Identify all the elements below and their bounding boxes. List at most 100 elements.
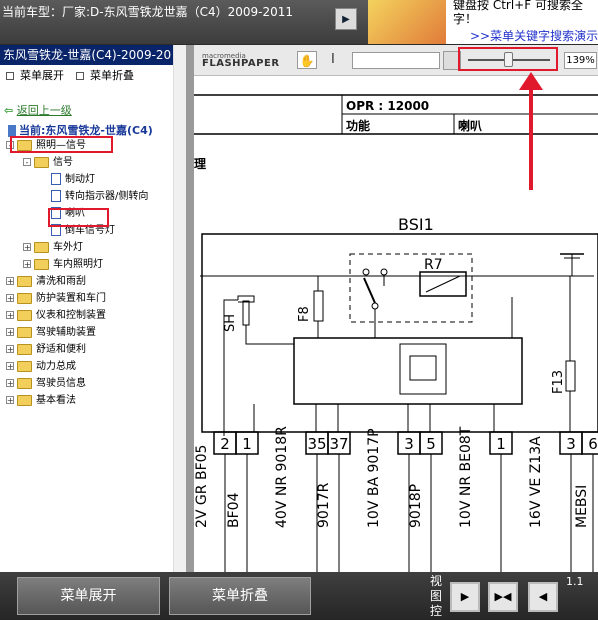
- relay-label: R7: [424, 257, 443, 273]
- tree-item[interactable]: 转向指示器/侧转向: [0, 188, 175, 205]
- opr-label: OPR : 12000: [346, 99, 429, 113]
- tree-item-label: 仪表和控制装置: [36, 310, 106, 321]
- expand-node-icon[interactable]: +: [23, 260, 31, 269]
- pin-label: 1: [496, 435, 506, 453]
- section-title: 理: [194, 157, 206, 171]
- back-link[interactable]: ⇦ 返回上一级: [4, 102, 72, 118]
- tree-item-label: 制动灯: [65, 174, 95, 185]
- folder-icon: [17, 309, 32, 321]
- top-bar: 当前车型：厂家:D-东风雪铁龙世嘉（C4）2009-2011 ▶ 键盘按 Ctr…: [0, 0, 598, 44]
- chip-core: [409, 355, 437, 381]
- tree-item[interactable]: - 信号: [0, 154, 175, 171]
- flashpaper-logo: macromedia FLASHPAPER: [202, 52, 280, 69]
- expand-icon: [6, 72, 14, 80]
- tree-item[interactable]: + 防护装置和车门: [0, 290, 175, 307]
- view-control-label: 视图控: [430, 574, 443, 618]
- folder-icon: [17, 292, 32, 304]
- expand-all-label: 菜单展开: [20, 69, 64, 82]
- f13-label: F13: [551, 370, 566, 394]
- sidebar-title: 东风雪铁龙-世嘉(C4)-2009-20: [0, 45, 186, 65]
- fuse-f13: [565, 360, 576, 392]
- tree-item[interactable]: + 驾驶辅助装置: [0, 324, 175, 341]
- tree-item-label: 动力总成: [36, 361, 76, 372]
- tree-item[interactable]: + 基本看法: [0, 392, 175, 409]
- window-title: 当前车型：厂家:D-东风雪铁龙世嘉（C4）2009-2011: [2, 5, 294, 19]
- folder-icon: [34, 258, 49, 270]
- func-value: 喇叭: [458, 118, 482, 133]
- contact: [371, 302, 379, 310]
- f8-label: F8: [297, 306, 312, 322]
- back-label: 返回上一级: [16, 104, 72, 117]
- collapse-all-label[interactable]: 菜单折叠: [90, 69, 134, 82]
- tree-item[interactable]: + 车内照明灯: [0, 256, 175, 273]
- wire-code: 9017R: [316, 482, 332, 528]
- folder-icon: [17, 360, 32, 372]
- folder-icon: [34, 156, 49, 168]
- relay-coil-line: [425, 275, 461, 293]
- pin-label: 3: [566, 435, 576, 453]
- tree-item[interactable]: 制动灯: [0, 171, 175, 188]
- expand-node-icon[interactable]: +: [6, 277, 14, 286]
- expand-node-icon[interactable]: +: [6, 345, 14, 354]
- tree-item-label: 防护装置和车门: [36, 293, 106, 304]
- wire: [245, 325, 294, 345]
- tree-item[interactable]: + 动力总成: [0, 358, 175, 375]
- expand-node-icon[interactable]: +: [6, 396, 14, 405]
- tree-item-label: 车内照明灯: [53, 259, 103, 270]
- ad-banner[interactable]: 键盘按 Ctrl+F 可搜索全 字！ >>菜单关键字搜索演示: [368, 0, 598, 44]
- split-view-button[interactable]: ▶◀: [488, 582, 518, 612]
- pin-label: 2: [220, 435, 230, 453]
- tree-item-label: 舒适和便利: [36, 344, 86, 355]
- play-icon[interactable]: ▶: [335, 8, 357, 30]
- tree-item-label: 驾驶员信息: [36, 378, 86, 389]
- zoom-level[interactable]: 139%: [564, 52, 597, 69]
- bsi-label: BSI1: [398, 215, 434, 234]
- pin-label: 5: [426, 435, 436, 453]
- tree-item[interactable]: + 舒适和便利: [0, 341, 175, 358]
- tree-item[interactable]: + 车外灯: [0, 239, 175, 256]
- ad-image[interactable]: [368, 0, 446, 44]
- ad-text-2: 字！: [453, 12, 478, 26]
- wire-code: 40V NR 9018R: [274, 426, 290, 528]
- folder-icon: [17, 326, 32, 338]
- tree-item-label: 信号: [53, 157, 73, 168]
- collapse-menu-button[interactable]: 菜单折叠: [169, 577, 311, 615]
- shunt: [242, 300, 250, 326]
- expand-node-icon[interactable]: +: [6, 294, 14, 303]
- expand-all-link[interactable]: 菜单展开 菜单折叠: [6, 69, 134, 83]
- wire-code: BF04: [226, 492, 242, 528]
- collapse-icon: [76, 72, 84, 80]
- switch-arm: [363, 277, 376, 304]
- hand-tool-icon[interactable]: ✋: [297, 51, 317, 69]
- tree-item-label: 基本看法: [36, 395, 76, 406]
- fuse-f8: [313, 290, 324, 322]
- contact: [380, 268, 388, 276]
- splitter[interactable]: [186, 45, 194, 572]
- tree: - 照明—信号 - 信号 制动灯 转向指示器/侧转向 喇叭 倒车信号灯 + 车外灯 + 车内照明灯 + 清…: [0, 137, 175, 409]
- collapse-node-icon[interactable]: -: [23, 158, 31, 167]
- tree-item[interactable]: + 驾驶员信息: [0, 375, 175, 392]
- sidebar-scrollbar[interactable]: [173, 45, 187, 572]
- expand-node-icon[interactable]: +: [6, 379, 14, 388]
- func-label: 功能: [346, 118, 370, 133]
- tree-item[interactable]: + 清洗和雨刮: [0, 273, 175, 290]
- search-input[interactable]: [352, 52, 440, 69]
- expand-menu-button[interactable]: 菜单展开: [17, 577, 160, 615]
- pin-label: 3: [404, 435, 414, 453]
- folder-icon: [17, 377, 32, 389]
- next-view-button[interactable]: ▶: [450, 582, 480, 612]
- wire-code: MEBSI: [574, 485, 590, 528]
- page-icon: [51, 190, 61, 202]
- expand-node-icon[interactable]: +: [6, 328, 14, 337]
- expand-node-icon[interactable]: +: [23, 243, 31, 252]
- highlight-box: [48, 208, 109, 227]
- pin-label: 1: [242, 435, 252, 453]
- prev-view-button[interactable]: ◀: [528, 582, 558, 612]
- search-demo-link[interactable]: >>菜单关键字搜索演示: [470, 27, 598, 44]
- tree-item[interactable]: + 仪表和控制装置: [0, 307, 175, 324]
- text-select-icon[interactable]: I: [331, 52, 335, 67]
- split-view-icon: ▶◀: [494, 590, 512, 603]
- folder-icon: [17, 343, 32, 355]
- expand-node-icon[interactable]: +: [6, 362, 14, 371]
- expand-node-icon[interactable]: +: [6, 311, 14, 320]
